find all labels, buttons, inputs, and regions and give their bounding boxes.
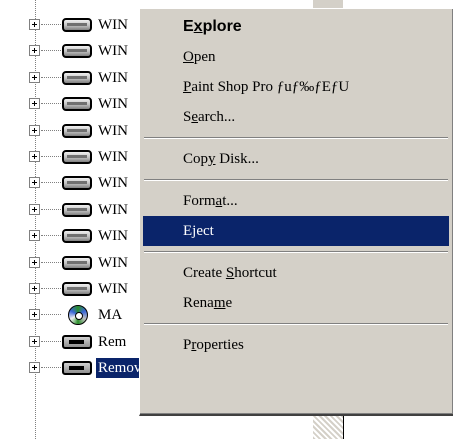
- expand-plus-icon[interactable]: [29, 71, 40, 83]
- menu-item-accelerator: x: [193, 18, 203, 35]
- menu-item-accelerator: O: [183, 49, 194, 65]
- removable-disk-icon: [62, 334, 92, 349]
- scrollbar-track[interactable]: [313, 415, 343, 439]
- tree-branch-line: [41, 50, 61, 52]
- menu-item-open[interactable]: Open: [143, 42, 449, 72]
- menu-item-accelerator: S: [225, 265, 235, 281]
- hard-drive-icon: [62, 70, 92, 85]
- menu-item-label: plore: [202, 18, 242, 35]
- expand-plus-icon[interactable]: [29, 230, 40, 242]
- menu-item-accelerator: y: [208, 151, 216, 167]
- tree-item-label: WIN: [98, 254, 128, 271]
- tree-branch-line: [41, 288, 61, 289]
- expand-plus-icon[interactable]: [29, 124, 40, 136]
- menu-item-label: t...: [222, 193, 238, 209]
- menu-item-create-shortcut[interactable]: Create Shortcut: [143, 258, 449, 288]
- tree-branch-line: [41, 208, 61, 210]
- menu-item-rename[interactable]: Rename: [143, 288, 449, 318]
- hard-drive-icon: [62, 282, 92, 296]
- menu-item-label: E: [183, 18, 194, 35]
- tree-item-label: MA: [98, 307, 123, 324]
- expand-plus-icon[interactable]: [29, 256, 40, 268]
- menu-item-label: ect: [196, 223, 214, 239]
- menu-separator: [144, 179, 448, 181]
- menu-item-properties[interactable]: Properties: [143, 330, 449, 360]
- menu-item-label: Rena: [183, 295, 214, 311]
- tree-branch-line: [41, 235, 61, 237]
- tree-item-label: WIN: [98, 122, 128, 139]
- tree-item-label: WIN: [98, 228, 128, 245]
- menu-item-label: operties: [196, 337, 244, 353]
- context-menu: Explore Open Paint Shop Pro ƒuƒ‰ƒEƒU Search…: [139, 8, 453, 416]
- cd-drive-icon: [68, 305, 88, 326]
- menu-item-label: e: [225, 295, 233, 311]
- menu-separator: [144, 251, 448, 253]
- hard-drive-icon: [62, 229, 92, 244]
- menu-separator: [144, 323, 448, 325]
- hard-drive-icon: [62, 202, 92, 217]
- expand-plus-icon[interactable]: [29, 309, 40, 321]
- menu-item-accelerator: e: [191, 109, 199, 125]
- tree-branch-line: [41, 129, 61, 131]
- menu-item-label: Create: [183, 265, 226, 281]
- tree-branch-line: [41, 156, 61, 157]
- menu-item-label: Disk...: [215, 151, 259, 167]
- menu-item-label: aint Shop Pro ƒuƒ‰ƒEƒU: [191, 79, 350, 95]
- tree-branch-line: [41, 314, 61, 316]
- menu-item-label: Form: [183, 193, 216, 209]
- tree-branch-line: [41, 76, 61, 78]
- expand-plus-icon[interactable]: [29, 362, 40, 374]
- tree-item-label: WIN: [98, 43, 128, 60]
- tree-branch-line: [41, 261, 61, 263]
- hard-drive-icon: [62, 150, 92, 164]
- menu-item-label: Cop: [183, 151, 209, 167]
- expand-plus-icon[interactable]: [29, 203, 40, 215]
- expand-plus-icon[interactable]: [29, 19, 40, 30]
- menu-item-format[interactable]: Format...: [143, 186, 449, 216]
- hard-drive-icon: [62, 123, 92, 138]
- hard-drive-icon: [62, 255, 92, 270]
- tree-branch-line: [41, 340, 61, 342]
- tree-branch-line: [41, 367, 61, 369]
- expand-plus-icon[interactable]: [29, 335, 40, 347]
- tree-item-label: WIN: [98, 69, 128, 86]
- tree-item-label: WIN: [98, 201, 128, 218]
- tree-branch-line: [41, 103, 61, 105]
- menu-item-label: E: [183, 223, 193, 239]
- expand-plus-icon[interactable]: [29, 151, 40, 162]
- tree-item-label: WIN: [98, 17, 128, 33]
- tree-branch-line: [41, 24, 61, 25]
- expand-plus-icon[interactable]: [29, 98, 40, 110]
- menu-item-search[interactable]: Search...: [143, 102, 449, 132]
- removable-disk-icon: [62, 361, 92, 376]
- menu-item-label: pen: [193, 49, 216, 65]
- tree-item-label: WIN: [98, 149, 128, 165]
- tree-item-label: WIN: [98, 281, 128, 297]
- tree-branch-line: [41, 182, 61, 184]
- hard-drive-icon: [62, 44, 92, 59]
- tree-item-label: Rem: [98, 333, 127, 350]
- menu-item-label: hortcut: [234, 265, 277, 281]
- menu-separator: [144, 137, 448, 139]
- expand-plus-icon[interactable]: [29, 177, 40, 189]
- hard-drive-icon: [62, 176, 92, 191]
- hard-drive-icon: [62, 18, 92, 32]
- tree-item-label: WIN: [98, 96, 128, 113]
- scrollbar-edge: [343, 415, 344, 439]
- menu-item-label: arch...: [198, 109, 236, 125]
- hard-drive-icon: [62, 97, 92, 112]
- menu-item-accelerator: m: [213, 295, 226, 311]
- tree-item-label: WIN: [98, 175, 128, 192]
- menu-item-eject[interactable]: Eject: [143, 216, 449, 246]
- menu-item-explore[interactable]: Explore: [143, 12, 449, 42]
- expand-plus-icon[interactable]: [29, 283, 40, 294]
- menu-item-copy-disk[interactable]: Copy Disk...: [143, 144, 449, 174]
- menu-item-paint-shop-pro[interactable]: Paint Shop Pro ƒuƒ‰ƒEƒU: [143, 72, 449, 102]
- scrollbar-top-remnant: [313, 0, 343, 8]
- expand-plus-icon[interactable]: [29, 45, 40, 57]
